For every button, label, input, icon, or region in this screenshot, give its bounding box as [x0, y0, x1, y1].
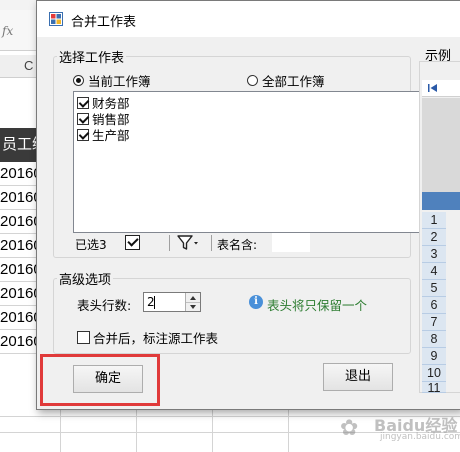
example-row-number: 3: [422, 246, 446, 263]
stepper-buttons: [185, 293, 200, 311]
checkbox-icon[interactable]: [77, 331, 90, 344]
toolbar-divider: [211, 235, 212, 251]
header-rows-label: 表头行数:: [77, 298, 132, 313]
dialog-title: 合并工作表: [71, 15, 137, 30]
list-item-production[interactable]: 生产部: [77, 125, 130, 144]
app-icon: [49, 12, 63, 26]
toolbar-divider: [169, 235, 170, 251]
paw-logo-icon: ✿: [340, 416, 359, 441]
sheet-name-filter-input[interactable]: [272, 233, 310, 252]
text-caret: [154, 296, 155, 309]
example-row-number: 8: [422, 331, 446, 348]
info-icon: i: [249, 295, 263, 309]
example-row-number: 10: [422, 365, 446, 382]
radio-current-label: 当前工作簿: [88, 74, 151, 89]
mark-source-label: 合并后，标注源工作表: [93, 331, 219, 346]
stepper-down-icon[interactable]: [186, 302, 200, 312]
exit-button[interactable]: 退出: [323, 363, 393, 391]
example-row-number: 1: [422, 212, 446, 229]
example-preview: 1 2 3 4 5 6 7 8 9 10 11: [419, 61, 460, 393]
example-row-number: 6: [422, 297, 446, 314]
checkbox-icon[interactable]: [77, 128, 89, 141]
radio-dot: [73, 75, 84, 86]
checkbox-icon[interactable]: [77, 96, 89, 109]
example-row-number: 11: [422, 382, 446, 393]
example-nav-bar: [422, 80, 460, 97]
fx-icon[interactable]: fx: [2, 24, 13, 38]
advanced-options-legend: 高级选项: [57, 269, 114, 288]
sheet-list[interactable]: 财务部 销售部 生产部: [73, 91, 431, 233]
example-row-number: 7: [422, 314, 446, 331]
sheet-list-toolbar: 已选3 表名含:: [73, 232, 429, 254]
example-gray-area: [422, 98, 460, 192]
example-row-number: 5: [422, 280, 446, 297]
radio-dot: [247, 75, 258, 86]
example-row-number: 4: [422, 263, 446, 280]
list-item-label: 生产部: [92, 128, 130, 143]
watermark-url: jingyan.baidu.com: [380, 432, 460, 442]
stepper-up-icon[interactable]: [186, 293, 200, 302]
select-all-checkbox-icon[interactable]: [125, 235, 140, 250]
radio-current-workbook[interactable]: 当前工作簿: [73, 71, 151, 90]
first-page-icon[interactable]: [428, 83, 438, 93]
radio-all-workbooks[interactable]: 全部工作簿: [247, 71, 325, 90]
filter-dropdown-icon[interactable]: [177, 234, 199, 252]
example-row-number: 9: [422, 348, 446, 365]
header-rows-hint: 表头将只保留一个: [267, 298, 368, 313]
header-rows-stepper[interactable]: 2: [143, 292, 201, 312]
radio-all-label: 全部工作簿: [262, 74, 325, 89]
column-header-c[interactable]: C: [24, 58, 33, 73]
dialog-titlebar[interactable]: 合并工作表: [37, 1, 460, 37]
highlight-box: [40, 354, 160, 406]
sheet-name-filter-label: 表名含:: [217, 238, 258, 252]
selected-count: 已选3: [75, 238, 107, 252]
select-sheets-legend: 选择工作表: [57, 47, 127, 66]
merge-sheets-dialog: 合并工作表 选择工作表 当前工作簿 全部工作簿 财务部 销售部 生产部 已选3: [36, 0, 460, 410]
checkbox-icon[interactable]: [77, 112, 89, 125]
example-row-number: 2: [422, 229, 446, 246]
mark-source-checkbox[interactable]: 合并后，标注源工作表: [77, 328, 218, 347]
example-header-row: [422, 192, 460, 210]
